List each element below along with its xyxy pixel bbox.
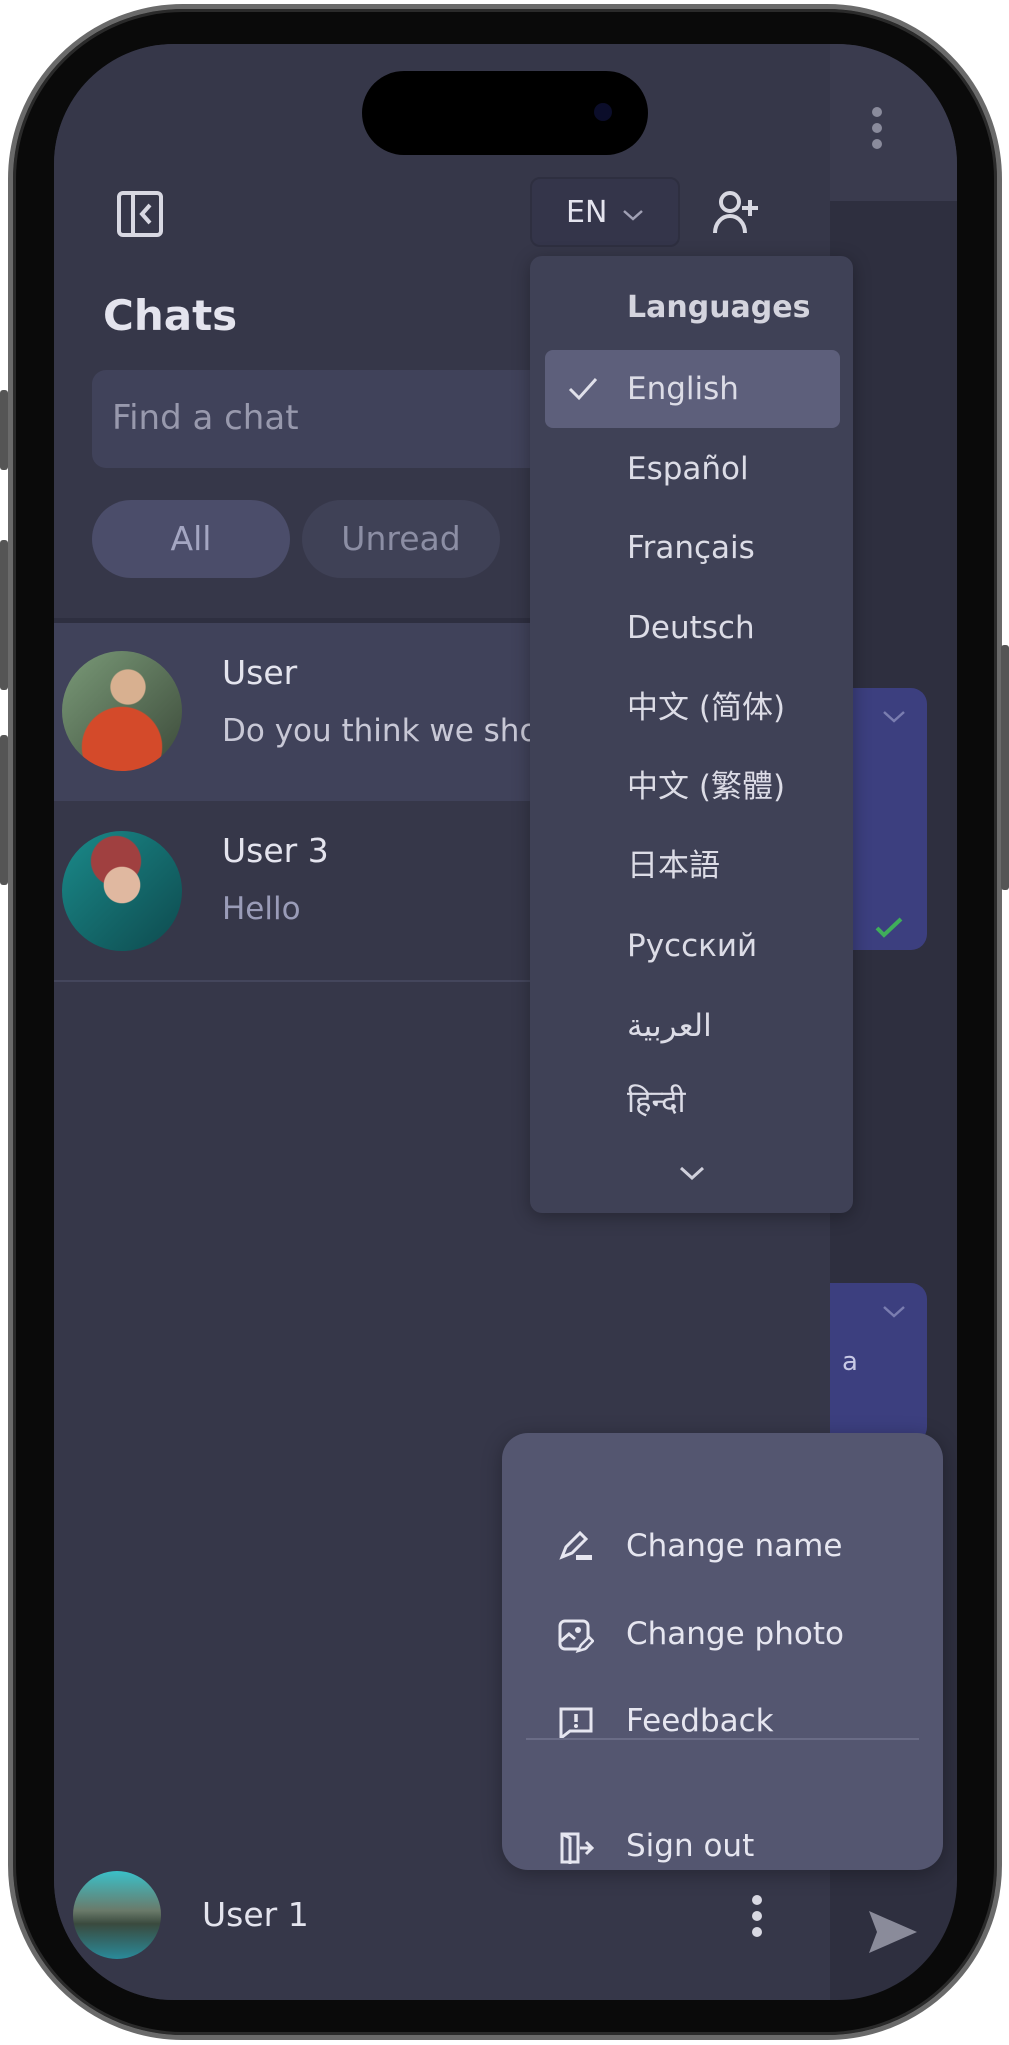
menu-label: Change name <box>626 1528 843 1564</box>
menu-item-change-name[interactable]: Change name <box>502 1511 943 1581</box>
dropdown-header: Languages <box>627 290 811 325</box>
message-bubble[interactable]: a <box>830 1283 927 1443</box>
send-icon[interactable] <box>867 1909 919 1959</box>
chat-preview: Do you think we sho <box>222 713 539 749</box>
add-user-icon[interactable] <box>712 190 762 240</box>
user-menu-icon[interactable] <box>750 1894 764 1942</box>
search-input[interactable]: Find a chat <box>92 370 592 468</box>
language-option-english[interactable]: English <box>545 350 840 428</box>
menu-label: Sign out <box>626 1828 755 1864</box>
avatar <box>62 651 182 771</box>
search-placeholder: Find a chat <box>112 398 299 438</box>
phone-button <box>0 735 8 885</box>
menu-item-sign-out[interactable]: Sign out <box>502 1811 943 1881</box>
language-option[interactable]: Deutsch <box>545 589 840 667</box>
menu-item-feedback[interactable]: Feedback <box>502 1686 943 1756</box>
feedback-icon <box>559 1707 593 1740</box>
app-screen: 9 a EN Chats Find a chat All Unread User… <box>54 44 957 2000</box>
language-dropdown: Languages English Español Français Deuts… <box>530 256 853 1213</box>
chat-preview: Hello <box>222 891 301 927</box>
language-option[interactable]: Русский <box>545 907 840 985</box>
language-label: English <box>627 371 739 407</box>
scroll-down-chevron-icon[interactable] <box>679 1166 705 1182</box>
user-avatar[interactable] <box>73 1871 161 1959</box>
phone-button <box>1001 645 1009 890</box>
phone-button <box>0 540 8 690</box>
check-icon <box>568 377 598 401</box>
language-code: EN <box>566 195 608 230</box>
camera <box>594 103 612 121</box>
avatar <box>62 831 182 951</box>
chat-more-icon[interactable] <box>870 106 884 154</box>
language-option[interactable]: 中文 (繁體) <box>545 748 840 826</box>
phone-button <box>0 390 8 470</box>
language-option[interactable]: हिन्दी <box>545 1063 840 1141</box>
image-edit-icon <box>558 1619 594 1653</box>
edit-pencil-icon <box>559 1531 592 1560</box>
filter-all[interactable]: All <box>92 500 290 578</box>
collapse-sidebar-icon[interactable] <box>116 190 164 242</box>
language-option[interactable]: 日本語 <box>545 827 840 905</box>
user-name: User 1 <box>202 1895 309 1934</box>
menu-item-change-photo[interactable]: Change photo <box>502 1599 943 1669</box>
chat-name: User <box>222 653 298 692</box>
language-option[interactable]: 中文 (简体) <box>545 669 840 747</box>
language-option[interactable]: Français <box>545 509 840 587</box>
language-option[interactable]: العربية <box>545 987 840 1065</box>
chevron-down-icon <box>623 210 643 221</box>
language-option[interactable]: Español <box>545 430 840 508</box>
chat-name: User 3 <box>222 831 329 870</box>
language-button[interactable]: EN <box>530 177 680 247</box>
message-text: a <box>842 1347 858 1377</box>
menu-divider <box>526 1738 919 1740</box>
sign-out-icon <box>560 1832 594 1864</box>
read-check-icon <box>875 917 903 938</box>
menu-label: Feedback <box>626 1703 774 1739</box>
page-title: Chats <box>103 291 238 340</box>
menu-label: Change photo <box>626 1616 844 1652</box>
chat-header <box>830 44 957 201</box>
profile-menu: Change name Change photo Feedback Sign o… <box>502 1433 943 1870</box>
filter-unread[interactable]: Unread <box>302 500 500 578</box>
